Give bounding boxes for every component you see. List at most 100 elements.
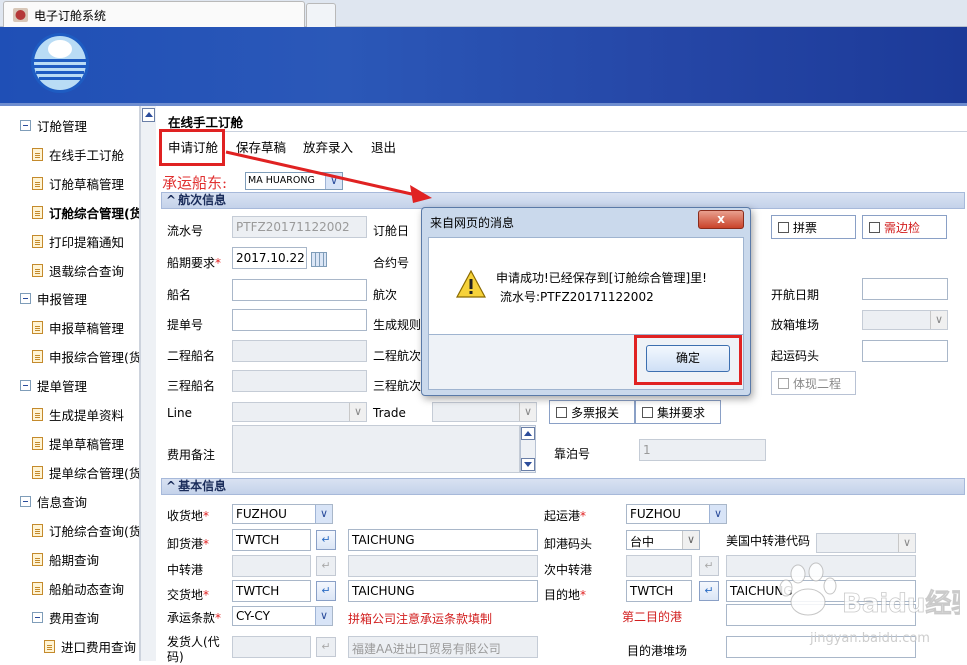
collapse-caret-icon[interactable]: ^ <box>166 479 176 493</box>
ok-button-highlight-box <box>634 335 742 385</box>
textarea-scrollbar[interactable] <box>520 425 536 473</box>
sidebar-item-bl-drafts[interactable]: 提单草稿管理 <box>32 433 124 453</box>
sidebar-scrollbar[interactable] <box>140 106 156 661</box>
collapse-icon[interactable] <box>32 611 43 623</box>
sidebar-item-label: 申报草稿管理 <box>49 320 125 336</box>
checkbox-label: 需边检 <box>884 220 921 235</box>
sidebar-item-import-fees[interactable]: 进口费用查询 <box>44 636 136 656</box>
multi-declare-checkbox[interactable]: 多票报关 <box>549 400 635 424</box>
delivery-label: 交货地 <box>167 586 209 603</box>
scroll-down-arrow-icon[interactable] <box>521 458 535 471</box>
collapse-caret-icon[interactable]: ^ <box>166 193 176 207</box>
sidebar-item-generate-bl[interactable]: 生成提单资料 <box>32 404 124 424</box>
sidebar-item-booking-management[interactable]: 订舱综合管理(货 <box>32 202 139 222</box>
trade-label: Trade <box>373 406 406 420</box>
company-logo-icon <box>31 33 89 93</box>
start-date-field[interactable] <box>862 278 948 300</box>
sidebar-item-declaration-management[interactable]: 申报综合管理(货 <box>32 346 139 366</box>
checkbox-box[interactable] <box>642 406 653 418</box>
document-icon <box>32 205 43 219</box>
sidebar-item-label: 船期查询 <box>49 552 100 568</box>
dest-yard-label: 目的港堆场 <box>627 644 688 658</box>
sidebar-group-label: 提单管理 <box>37 378 88 394</box>
origin-wharf-field[interactable] <box>862 340 948 362</box>
calendar-icon[interactable] <box>311 252 327 267</box>
dropdown-arrow-icon[interactable]: ∨ <box>315 607 332 625</box>
select-value: CY-CY <box>236 609 270 623</box>
sidebar-item-bl-management[interactable]: 提单综合管理(货 <box>32 462 139 482</box>
pod-name-field[interactable]: TAICHUNG <box>348 529 538 551</box>
browser-tab[interactable]: 电子订舱系统 <box>3 1 305 28</box>
next-transit-code-field <box>626 555 692 577</box>
checkbox-label: 集拼要求 <box>657 405 706 420</box>
sidebar-group-label: 费用查询 <box>49 610 100 626</box>
terms-label: 承运条款 <box>167 609 221 626</box>
document-icon <box>32 552 43 566</box>
dialog-message-line2: 流水号:PTFZ20171122002 <box>500 290 654 304</box>
scroll-up-arrow-icon[interactable] <box>142 108 155 122</box>
consolidate-checkbox[interactable]: 集拼要求 <box>635 400 721 424</box>
pol-select[interactable]: FUZHOU ∨ <box>626 504 727 524</box>
checkbox-box[interactable] <box>556 406 567 418</box>
dropdown-arrow-icon[interactable]: ∨ <box>315 505 332 523</box>
sidebar-group-declaration[interactable]: 申报管理 <box>20 288 87 308</box>
lookup-arrow-icon[interactable]: ↵ <box>316 581 336 601</box>
gen-rule-label: 生成规则 <box>373 318 422 332</box>
sidebar-group-bl[interactable]: 提单管理 <box>20 375 87 395</box>
basic-section-header[interactable]: ^ 基本信息 <box>161 478 965 495</box>
document-icon <box>32 320 43 334</box>
document-icon <box>32 349 43 363</box>
need-border-check-checkbox[interactable]: 需边检 <box>862 215 947 239</box>
document-icon <box>44 639 55 653</box>
new-tab-button[interactable] <box>306 3 336 27</box>
dest-code-field[interactable]: TWTCH <box>626 580 692 602</box>
terms-select[interactable]: CY-CY ∨ <box>232 606 333 626</box>
sidebar-item-online-booking[interactable]: 在线手工订舱 <box>32 144 124 164</box>
alert-dialog: 来自网页的消息 x 申请成功!已经保存到[订舱综合管理]里! 流水号:PTFZ2… <box>421 207 751 396</box>
sidebar-item-unload-query[interactable]: 退载综合查询 <box>32 260 124 280</box>
checkbox-box[interactable] <box>869 221 880 233</box>
dropdown-arrow-icon[interactable]: ∨ <box>709 505 726 523</box>
lcl-checkbox[interactable]: 拼票 <box>771 215 856 239</box>
second-vessel-label: 二程船名 <box>167 349 216 363</box>
dropdown-arrow-icon[interactable]: ∨ <box>682 531 699 549</box>
bl-number-field[interactable] <box>232 309 367 331</box>
dialog-close-button[interactable]: x <box>698 210 744 229</box>
collapse-icon[interactable] <box>20 292 31 304</box>
collapse-icon[interactable] <box>20 495 31 507</box>
delivery-name-field[interactable]: TAICHUNG <box>348 580 538 602</box>
sidebar-item-declaration-drafts[interactable]: 申报草稿管理 <box>32 317 124 337</box>
vessel-name-field[interactable] <box>232 279 367 301</box>
line-select: ∨ <box>232 402 367 422</box>
sidebar-group-info-query[interactable]: 信息查询 <box>20 491 87 511</box>
pod-code-field[interactable]: TWTCH <box>232 529 311 551</box>
yard-select: ∨ <box>862 310 948 330</box>
receipt-select[interactable]: FUZHOU ∨ <box>232 504 333 524</box>
sidebar-item-vessel-status[interactable]: 船舶动态查询 <box>32 578 124 598</box>
delivery-code-field[interactable]: TWTCH <box>232 580 311 602</box>
collapse-icon[interactable] <box>20 119 31 131</box>
sailing-req-date-field[interactable]: 2017.10.22 <box>232 247 307 269</box>
header-banner <box>0 27 967 103</box>
document-icon <box>32 234 43 248</box>
lookup-arrow-icon[interactable]: ↵ <box>316 530 336 550</box>
lookup-arrow-icon: ↵ <box>699 556 719 576</box>
transit-name-field <box>348 555 538 577</box>
sidebar-item-print-notice[interactable]: 打印提箱通知 <box>32 231 124 251</box>
document-icon <box>32 465 43 479</box>
shipper-name-field: 福建AA进出口贸易有限公司 <box>348 636 538 658</box>
sidebar-group-booking[interactable]: 订舱管理 <box>20 115 87 135</box>
select-value: FUZHOU <box>236 507 287 521</box>
document-icon <box>32 523 43 537</box>
pod-wharf-select[interactable]: 台中 ∨ <box>626 530 700 550</box>
collapse-icon[interactable] <box>20 379 31 391</box>
document-icon <box>32 176 43 190</box>
scroll-up-arrow-icon[interactable] <box>521 427 535 440</box>
sidebar-item-booking-drafts[interactable]: 订舱草稿管理 <box>32 173 124 193</box>
checkbox-box[interactable] <box>778 221 789 233</box>
lookup-arrow-icon[interactable]: ↵ <box>699 581 719 601</box>
sidebar-item-schedule-query[interactable]: 船期查询 <box>32 549 99 569</box>
sidebar-item-booking-query[interactable]: 订舱综合查询(货 <box>32 520 139 540</box>
sidebar-group-fees[interactable]: 费用查询 <box>32 607 99 627</box>
us-transit-label: 美国中转港代码 <box>726 534 811 548</box>
